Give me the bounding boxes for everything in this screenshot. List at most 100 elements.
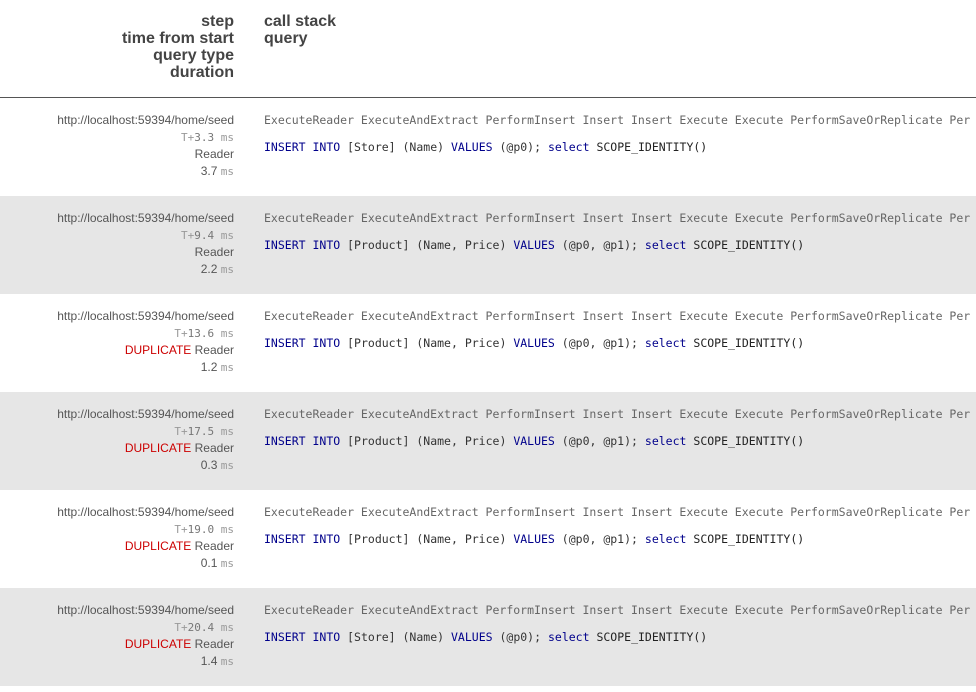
- time-prefix: T+: [174, 523, 188, 536]
- sql-keyword: VALUES: [451, 630, 493, 644]
- step-url: http://localhost:59394/home/seed: [57, 211, 234, 225]
- sql-query[interactable]: INSERT INTO [Product] (Name, Price) VALU…: [264, 531, 970, 548]
- duplicate-flag: DUPLICATE: [124, 539, 192, 553]
- sql-keyword: select: [644, 532, 687, 546]
- sql-keyword: INTO: [312, 140, 341, 154]
- sql-timings-list: http://localhost:59394/home/seed T+3.3 ms…: [0, 98, 976, 686]
- sql-params: (@p0);: [499, 140, 542, 154]
- call-stack[interactable]: ExecuteReader ExecuteAndExtract PerformI…: [264, 602, 970, 619]
- time-from-start: T+19.0 ms: [57, 521, 234, 538]
- step-url: http://localhost:59394/home/seed: [57, 505, 234, 519]
- duration-value: 0.3: [200, 458, 218, 472]
- call-stack[interactable]: ExecuteReader ExecuteAndExtract PerformI…: [264, 112, 970, 129]
- query-type: DUPLICATE Reader: [57, 342, 234, 359]
- sql-timing-row: http://localhost:59394/home/seed T+17.5 m…: [0, 392, 976, 490]
- sql-keyword: select: [547, 630, 590, 644]
- query-type-value: Reader: [194, 637, 234, 651]
- time-value: 13.6: [187, 327, 215, 340]
- header-step: step: [201, 13, 234, 30]
- timings-header: step time from start query type duration…: [0, 0, 976, 98]
- duration-value: 2.2: [200, 262, 218, 276]
- sql-keyword: VALUES: [513, 336, 555, 350]
- time-unit: ms: [220, 523, 234, 536]
- sql-keyword: VALUES: [513, 238, 555, 252]
- sql-table: [Store] (Name): [347, 630, 445, 644]
- duration: 1.4 ms: [57, 653, 234, 670]
- duration-unit: ms: [220, 165, 234, 178]
- query-info: ExecuteReader ExecuteAndExtract PerformI…: [264, 602, 970, 646]
- duration-value: 1.4: [200, 654, 218, 668]
- sql-keyword: INTO: [312, 532, 341, 546]
- query-type: DUPLICATE Reader: [57, 636, 234, 653]
- time-from-start: T+3.3 ms: [57, 129, 234, 146]
- sql-timing-row: http://localhost:59394/home/seed T+20.4 m…: [0, 588, 976, 686]
- sql-params: (@p0, @p1);: [561, 336, 638, 350]
- sql-keyword: VALUES: [513, 532, 555, 546]
- query-type-value: Reader: [194, 441, 234, 455]
- sql-params: (@p0, @p1);: [561, 238, 638, 252]
- duration-unit: ms: [220, 459, 234, 472]
- header-time-from-start: time from start: [121, 30, 234, 47]
- sql-table: [Product] (Name, Price): [347, 336, 507, 350]
- duration: 3.7 ms: [57, 163, 234, 180]
- duplicate-flag: DUPLICATE: [124, 441, 192, 455]
- call-stack[interactable]: ExecuteReader ExecuteAndExtract PerformI…: [264, 210, 970, 227]
- query-type: Reader: [57, 146, 234, 163]
- header-call-stack: call stack: [264, 13, 337, 30]
- sql-keyword: INTO: [312, 630, 341, 644]
- sql-keyword: INSERT: [264, 238, 306, 252]
- step-url: http://localhost:59394/home/seed: [57, 603, 234, 617]
- time-value: 20.4: [187, 621, 215, 634]
- sql-keyword: select: [644, 336, 687, 350]
- time-unit: ms: [220, 621, 234, 634]
- header-duration: duration: [170, 64, 234, 81]
- time-from-start: T+13.6 ms: [57, 325, 234, 342]
- query-info: ExecuteReader ExecuteAndExtract PerformI…: [264, 504, 970, 548]
- duration-value: 1.2: [200, 360, 218, 374]
- duration-unit: ms: [220, 263, 234, 276]
- call-stack[interactable]: ExecuteReader ExecuteAndExtract PerformI…: [264, 406, 970, 423]
- query-info: ExecuteReader ExecuteAndExtract PerformI…: [264, 406, 970, 450]
- sql-keyword: select: [547, 140, 590, 154]
- sql-query[interactable]: INSERT INTO [Store] (Name) VALUES (@p0);…: [264, 139, 970, 156]
- step-url: http://localhost:59394/home/seed: [57, 113, 234, 127]
- time-prefix: T+: [181, 131, 195, 144]
- duplicate-flag: DUPLICATE: [124, 637, 192, 651]
- query-type: DUPLICATE Reader: [57, 440, 234, 457]
- call-stack[interactable]: ExecuteReader ExecuteAndExtract PerformI…: [264, 308, 970, 325]
- sql-keyword: INSERT: [264, 140, 306, 154]
- step-info: http://localhost:59394/home/seed T+20.4 m…: [57, 602, 234, 670]
- query-type-value: Reader: [194, 147, 234, 161]
- sql-query[interactable]: INSERT INTO [Product] (Name, Price) VALU…: [264, 433, 970, 450]
- step-info: http://localhost:59394/home/seed T+17.5 m…: [57, 406, 234, 474]
- query-info: ExecuteReader ExecuteAndExtract PerformI…: [264, 308, 970, 352]
- sql-keyword: INTO: [312, 336, 341, 350]
- step-info: http://localhost:59394/home/seed T+3.3 ms…: [57, 112, 234, 180]
- sql-function: SCOPE_IDENTITY(): [596, 140, 708, 154]
- sql-function: SCOPE_IDENTITY(): [693, 532, 805, 546]
- sql-table: [Product] (Name, Price): [347, 434, 507, 448]
- sql-keyword: INSERT: [264, 630, 306, 644]
- sql-function: SCOPE_IDENTITY(): [693, 336, 805, 350]
- time-unit: ms: [220, 131, 234, 144]
- header-query: query: [264, 30, 308, 47]
- duration-unit: ms: [220, 557, 234, 570]
- sql-query[interactable]: INSERT INTO [Product] (Name, Price) VALU…: [264, 237, 970, 254]
- step-url: http://localhost:59394/home/seed: [57, 407, 234, 421]
- sql-keyword: INTO: [312, 238, 341, 252]
- header-left-labels: step time from start query type duration: [122, 13, 234, 81]
- sql-function: SCOPE_IDENTITY(): [596, 630, 708, 644]
- time-value: 3.3: [194, 131, 215, 144]
- time-value: 17.5: [187, 425, 215, 438]
- sql-timing-row: http://localhost:59394/home/seed T+9.4 ms…: [0, 196, 976, 294]
- query-info: ExecuteReader ExecuteAndExtract PerformI…: [264, 112, 970, 156]
- sql-table: [Product] (Name, Price): [347, 532, 507, 546]
- sql-query[interactable]: INSERT INTO [Product] (Name, Price) VALU…: [264, 335, 970, 352]
- duration-value: 0.1: [200, 556, 218, 570]
- step-info: http://localhost:59394/home/seed T+13.6 m…: [57, 308, 234, 376]
- header-query-type: query type: [153, 47, 234, 64]
- call-stack[interactable]: ExecuteReader ExecuteAndExtract PerformI…: [264, 504, 970, 521]
- sql-keyword: INSERT: [264, 336, 306, 350]
- sql-query[interactable]: INSERT INTO [Store] (Name) VALUES (@p0);…: [264, 629, 970, 646]
- time-value: 19.0: [187, 523, 215, 536]
